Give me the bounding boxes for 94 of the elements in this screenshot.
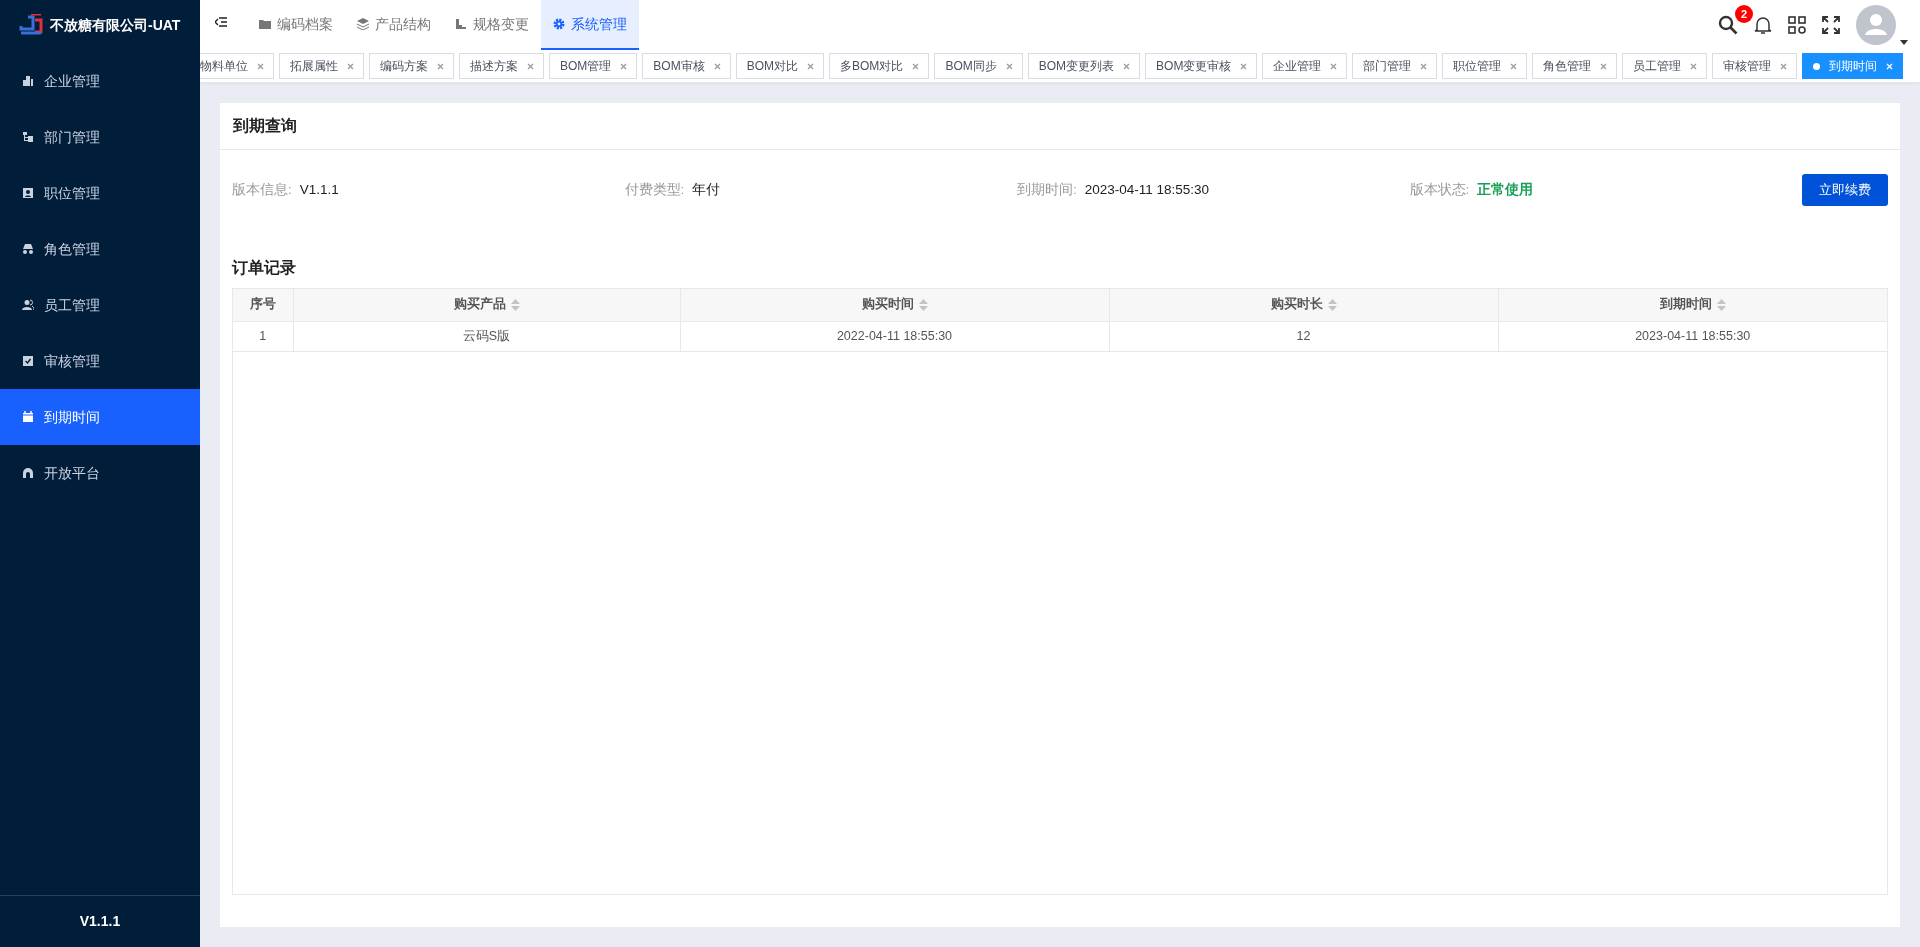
table-cell: 1 — [233, 321, 293, 351]
search-icon[interactable] — [1718, 15, 1738, 35]
sort-icon[interactable] — [510, 298, 520, 311]
status-value: 正常使用 — [1477, 180, 1534, 199]
table-cell: 12 — [1109, 321, 1498, 351]
bell-icon[interactable] — [1754, 15, 1772, 35]
notification-badge: 2 — [1735, 5, 1753, 23]
column-header[interactable]: 到期时间 — [1498, 289, 1887, 321]
caret-icon[interactable] — [1900, 40, 1908, 45]
table-cell: 云码S版 — [293, 321, 680, 351]
top-menu-tab[interactable]: 系统管理 — [541, 0, 639, 50]
building-icon — [22, 75, 34, 87]
incognito-icon — [22, 243, 34, 255]
close-icon[interactable] — [527, 62, 534, 70]
info-value: V1.1.1 — [299, 180, 339, 199]
tag-tab[interactable]: 描述方案 — [459, 53, 544, 79]
info-label: 付费类型: — [624, 180, 685, 199]
close-icon[interactable] — [713, 62, 721, 70]
close-icon[interactable] — [1240, 62, 1248, 70]
sidebar-item[interactable]: 员工管理 — [0, 277, 200, 333]
info-value: 年付 — [692, 180, 721, 199]
tag-tab[interactable]: BOM变更审核 — [1145, 53, 1258, 79]
sidebar-item[interactable]: 角色管理 — [0, 221, 200, 277]
close-icon[interactable] — [807, 62, 815, 70]
close-icon[interactable] — [1123, 62, 1131, 70]
sidebar-item[interactable]: 部门管理 — [0, 109, 200, 165]
sort-icon[interactable] — [918, 298, 928, 311]
top-menu-tab[interactable]: 编码档案 — [247, 0, 345, 50]
layers-icon — [357, 18, 369, 30]
tag-tab[interactable]: 职位管理 — [1442, 53, 1528, 79]
column-header: 序号 — [233, 289, 293, 321]
tag-tab[interactable]: 拓展属性 — [279, 53, 364, 79]
info-value: 2023-04-11 18:55:30 — [1084, 180, 1210, 199]
id-card-icon — [22, 187, 34, 199]
active-dot-icon — [1813, 62, 1821, 70]
tag-tab[interactable]: 企业管理 — [1262, 53, 1348, 79]
tag-tab[interactable]: BOM管理 — [549, 53, 638, 79]
logo-icon — [18, 14, 44, 36]
card-title: 到期查询 — [233, 116, 297, 136]
steps-icon — [455, 18, 467, 30]
close-icon[interactable] — [1690, 62, 1698, 70]
sort-icon[interactable] — [1327, 298, 1337, 311]
sort-icon[interactable] — [1716, 298, 1726, 311]
renew-button[interactable]: 立即续费 — [1802, 174, 1888, 206]
tag-tab[interactable]: 角色管理 — [1532, 53, 1618, 79]
sidebar-item[interactable]: 到期时间 — [0, 389, 200, 445]
close-icon[interactable] — [1600, 62, 1608, 70]
info-label: 到期时间: — [1017, 180, 1077, 199]
sidebar-item[interactable]: 职位管理 — [0, 165, 200, 221]
tag-tab[interactable]: 员工管理 — [1622, 53, 1708, 79]
tag-tab[interactable]: BOM变更列表 — [1027, 53, 1141, 79]
column-header[interactable]: 购买产品 — [293, 289, 680, 321]
close-icon[interactable] — [1005, 62, 1013, 70]
menu-toggle-icon[interactable] — [215, 17, 227, 27]
tag-tab[interactable]: 审核管理 — [1712, 53, 1798, 79]
table-cell: 2022-04-11 18:55:30 — [680, 321, 1109, 351]
section-title: 订单记录 — [232, 259, 296, 276]
close-icon[interactable] — [437, 62, 444, 70]
tag-tab[interactable]: 编码方案 — [369, 53, 454, 79]
tag-tab[interactable]: BOM同步 — [934, 53, 1023, 79]
checkbox-icon — [22, 355, 34, 367]
tag-tab[interactable]: BOM审核 — [642, 53, 731, 79]
folder-icon — [259, 18, 271, 30]
user-icon — [22, 299, 34, 311]
close-icon[interactable] — [1420, 62, 1428, 70]
close-icon[interactable] — [1510, 62, 1518, 70]
arch-icon — [22, 467, 34, 479]
info-label: 版本信息: — [232, 180, 292, 199]
fullscreen-icon[interactable] — [1822, 16, 1840, 34]
column-header[interactable]: 购买时间 — [680, 289, 1109, 321]
sidebar-item[interactable]: 审核管理 — [0, 333, 200, 389]
info-label: 版本状态: — [1409, 180, 1470, 199]
top-menu-tab[interactable]: 规格变更 — [443, 0, 541, 50]
sidebar-item[interactable]: 开放平台 — [0, 445, 200, 501]
tag-tab[interactable]: 多BOM对比 — [829, 53, 930, 79]
calendar-icon — [22, 411, 34, 423]
tag-tab[interactable]: BOM对比 — [735, 53, 825, 79]
close-icon[interactable] — [1780, 62, 1788, 70]
tag-tab[interactable]: 物料单位 — [200, 53, 274, 79]
column-header[interactable]: 购买时长 — [1109, 289, 1498, 321]
brand-name: 不放糖有限公司-UAT — [50, 15, 181, 35]
version-label: V1.1.1 — [79, 912, 121, 931]
gear-icon — [553, 18, 565, 30]
qr-code-icon[interactable] — [1788, 16, 1806, 34]
close-icon[interactable] — [912, 62, 920, 70]
sidebar-item[interactable]: 企业管理 — [0, 53, 200, 109]
hierarchy-icon — [22, 131, 34, 143]
close-icon[interactable] — [620, 62, 628, 70]
close-icon[interactable] — [257, 62, 264, 70]
table-cell: 2023-04-11 18:55:30 — [1498, 321, 1887, 351]
close-icon[interactable] — [347, 62, 354, 70]
top-menu-tab[interactable]: 产品结构 — [345, 0, 443, 50]
close-icon[interactable] — [1330, 62, 1338, 70]
tag-tab[interactable]: 部门管理 — [1352, 53, 1438, 79]
